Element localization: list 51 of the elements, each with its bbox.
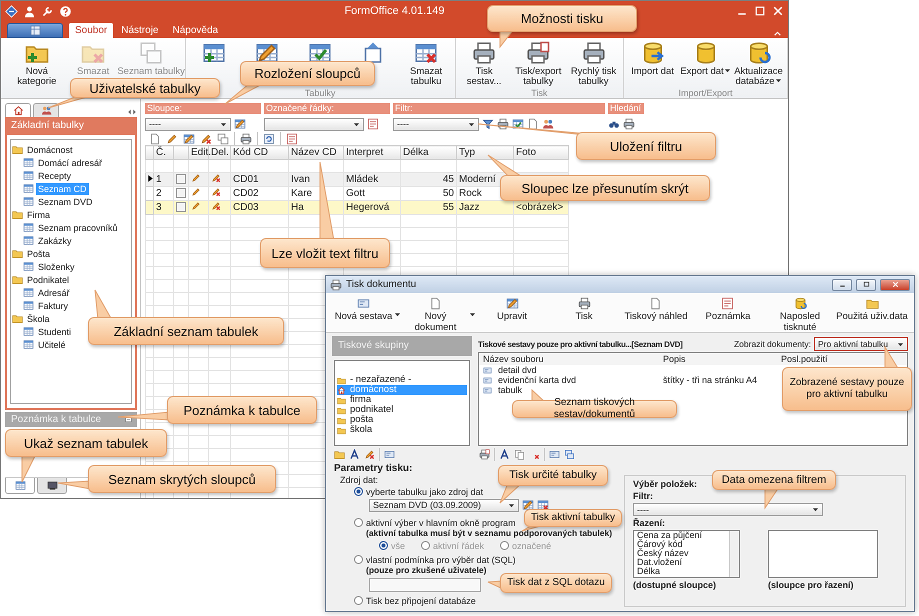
table-cell-text: tabulk xyxy=(497,385,522,395)
table-cell-text: štítky - tři na stránku A4 xyxy=(662,375,758,385)
field-label: Řazení: xyxy=(633,518,666,528)
table-cell: 45 xyxy=(400,172,456,186)
table-cell: CD01 xyxy=(230,172,288,186)
table-cell: CD03 xyxy=(230,200,288,214)
callout-tooltip: Tisk určité tabulky xyxy=(498,465,608,486)
callout-tooltip: Zobrazené sestavy pouze pro aktivní tabulku xyxy=(782,367,912,411)
callout-tooltip: Uložení filtru xyxy=(576,132,716,160)
group-label: Tisk xyxy=(531,88,548,98)
callout-tooltip: Základní seznam tabulek xyxy=(88,317,284,345)
group-label: Tabulky xyxy=(304,88,336,98)
section-title: Tiskové sestavy pouze pro aktivní tabulku...[Seznam DVD] xyxy=(478,340,682,348)
callout-tooltip: Tisk aktivní tabulky xyxy=(524,509,622,527)
table-cell: 55 xyxy=(400,200,456,214)
callout-tooltip: Lze vložit text filtru xyxy=(260,238,390,268)
hint-text: (aktivní tabulka musí být v seznamu podporovaných tabulek) xyxy=(366,528,612,539)
caption: (dostupné sloupce) xyxy=(633,580,717,590)
group-label: Import/Export xyxy=(678,88,733,98)
callout-tooltip: Možnosti tisku xyxy=(487,5,637,32)
field-label: Filtr: xyxy=(633,491,653,501)
panel-header: Základní tabulky xyxy=(5,117,137,135)
panel-header: Tiskové skupiny xyxy=(332,336,472,356)
table-cell: Mládek xyxy=(344,172,400,186)
callout-tooltip: Seznam tiskových sestav/dokumentů xyxy=(512,400,677,418)
section-header: Hledání xyxy=(608,103,644,114)
section-header: Filtr: xyxy=(393,103,605,114)
window-title: Tisk dokumentu xyxy=(346,279,416,290)
field-label: Zdroj dat: xyxy=(340,475,378,486)
callout-tooltip: Ukaž seznam tabulek xyxy=(5,429,167,457)
section-header: Sloupce: xyxy=(145,103,261,114)
callout-tooltip: Seznam skrytých sloupců xyxy=(88,465,276,493)
callout-tooltip: Rozložení sloupců xyxy=(240,61,375,86)
section-header: Označené řádky: xyxy=(264,103,390,114)
hint-text: (pouze pro zkušené uživatele) xyxy=(366,565,486,576)
table-cell: <obrázek> xyxy=(514,200,568,214)
caption: (sloupce pro řazení) xyxy=(768,580,855,590)
section-title: Parametry tisku: xyxy=(334,463,412,475)
table-cell: Hegerová xyxy=(344,200,400,214)
field-label: Zobrazit dokumenty: xyxy=(734,339,811,349)
panel-title: Poznámka k tabulce xyxy=(11,414,102,425)
table-cell: Jazz xyxy=(456,200,514,214)
callout-tooltip: Tisk dat z SQL dotazu xyxy=(500,573,612,593)
callout-tooltip: Uživatelské tabulky xyxy=(70,78,220,98)
table-cell-text: evidenční karta dvd xyxy=(497,375,576,385)
callout-tooltip: Sloupec lze přesunutím skrýt xyxy=(500,175,710,201)
section-title: Výběr položek: xyxy=(633,479,698,489)
callout-tooltip: Poznámka k tabulce xyxy=(167,396,317,424)
callout-tooltip: Data omezena filtrem xyxy=(712,470,836,490)
window-title: FormOffice 4.01.149 xyxy=(343,5,446,17)
table-cell-text: detail dvd xyxy=(497,365,537,375)
